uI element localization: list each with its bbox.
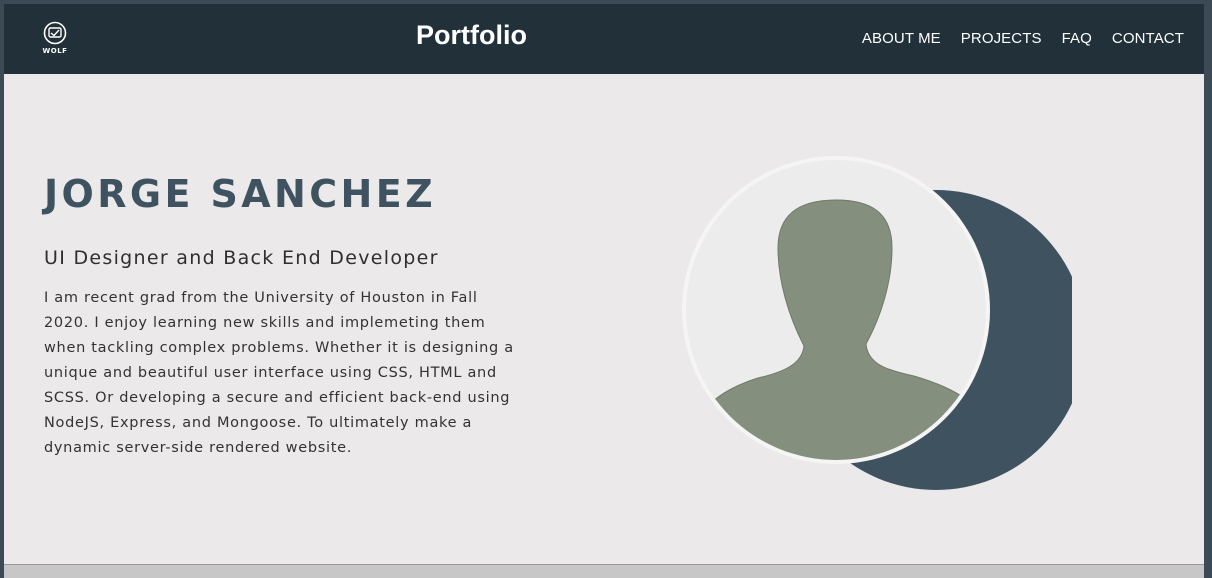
nav-link-faq[interactable]: FAQ — [1062, 30, 1092, 47]
site-title[interactable]: Portfolio — [384, 20, 559, 51]
logo-text: WOLF — [42, 47, 68, 55]
hero-bio: I am recent grad from the University of … — [44, 290, 514, 456]
hero-name: JORGE SANCHEZ — [44, 172, 437, 216]
navbar: WOLF Portfolio ABOUT ME PROJECTS FAQ CON… — [4, 4, 1204, 74]
wolf-icon — [43, 21, 67, 45]
hero-role: UI Designer and Back End Developer — [44, 247, 439, 269]
nav-link-projects[interactable]: PROJECTS — [961, 30, 1042, 47]
profile-avatar — [682, 156, 1072, 490]
section-divider — [4, 564, 1204, 578]
wolf-logo[interactable]: WOLF — [38, 20, 72, 60]
nav-link-contact[interactable]: CONTACT — [1112, 30, 1184, 47]
nav-link-about-me[interactable]: ABOUT ME — [862, 30, 941, 47]
page: WOLF Portfolio ABOUT ME PROJECTS FAQ CON… — [4, 4, 1204, 578]
main-nav: ABOUT ME PROJECTS FAQ CONTACT — [862, 30, 1184, 47]
